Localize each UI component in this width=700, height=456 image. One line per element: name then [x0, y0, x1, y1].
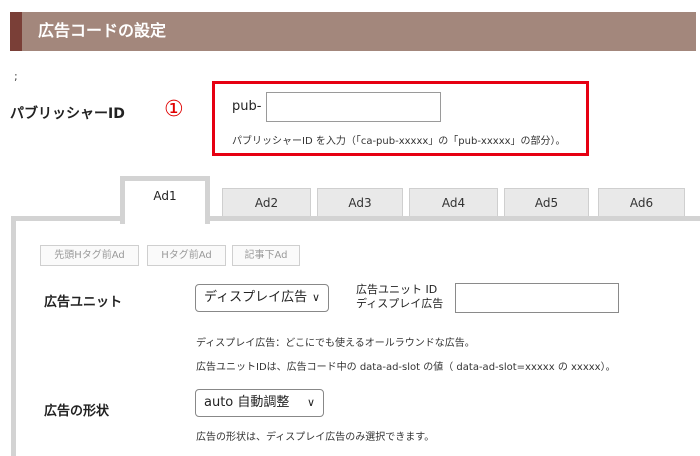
- ad-unit-help-2: 広告ユニットIDは、広告コード中の data-ad-slot の値（ data-…: [196, 362, 616, 373]
- ad-unit-id-input[interactable]: [455, 283, 619, 313]
- stray-semicolon: ;: [14, 70, 18, 83]
- ad-unit-id-label: 広告ユニット ID ディスプレイ広告: [356, 283, 443, 311]
- annotation-marker-1: ①: [164, 97, 184, 122]
- ad-format-help: 広告の形状は、ディスプレイ広告のみ選択できます。: [196, 432, 435, 443]
- ad-unit-help-1: ディスプレイ広告：どこにでも使えるオールラウンドな広告。: [196, 338, 475, 349]
- ad-unit-label: 広告ユニット: [44, 295, 123, 310]
- tab-ad1[interactable]: Ad1: [120, 176, 210, 224]
- ad-unit-select[interactable]: ディスプレイ広告 ∨: [195, 284, 329, 312]
- tab-ad3[interactable]: Ad3: [317, 188, 403, 218]
- tab-ad6[interactable]: Ad6: [598, 188, 685, 218]
- tab-ad4[interactable]: Ad4: [409, 188, 498, 218]
- chevron-down-icon: ∨: [311, 291, 320, 304]
- section-title: 広告コードの設定: [38, 21, 167, 40]
- publisher-id-label: パブリッシャーID: [10, 106, 125, 122]
- publisher-id-prefix: pub-: [232, 99, 262, 114]
- publisher-id-help: パブリッシャーID を入力（「ca-pub-xxxxx」の「pub-xxxxx」…: [232, 136, 566, 147]
- ad-unit-id-label-line2: ディスプレイ広告: [356, 297, 444, 310]
- ad-unit-select-value: ディスプレイ広告: [204, 290, 308, 305]
- tab-ad2[interactable]: Ad2: [222, 188, 311, 218]
- tab-ad5[interactable]: Ad5: [504, 188, 589, 218]
- head-h-tag-ad-button[interactable]: 先頭Hタグ前Ad: [40, 245, 139, 266]
- section-header-accent: [10, 12, 22, 51]
- below-article-ad-button[interactable]: 記事下Ad: [232, 245, 300, 266]
- ad-unit-id-label-line1: 広告ユニット ID: [356, 283, 438, 296]
- publisher-id-input[interactable]: [266, 92, 441, 122]
- ad-format-select[interactable]: auto 自動調整 ∨: [195, 389, 324, 417]
- ad-format-select-value: auto 自動調整: [204, 395, 290, 410]
- chevron-down-icon: ∨: [306, 396, 315, 409]
- h-tag-ad-button[interactable]: Hタグ前Ad: [147, 245, 226, 266]
- ad-format-label: 広告の形状: [44, 404, 110, 419]
